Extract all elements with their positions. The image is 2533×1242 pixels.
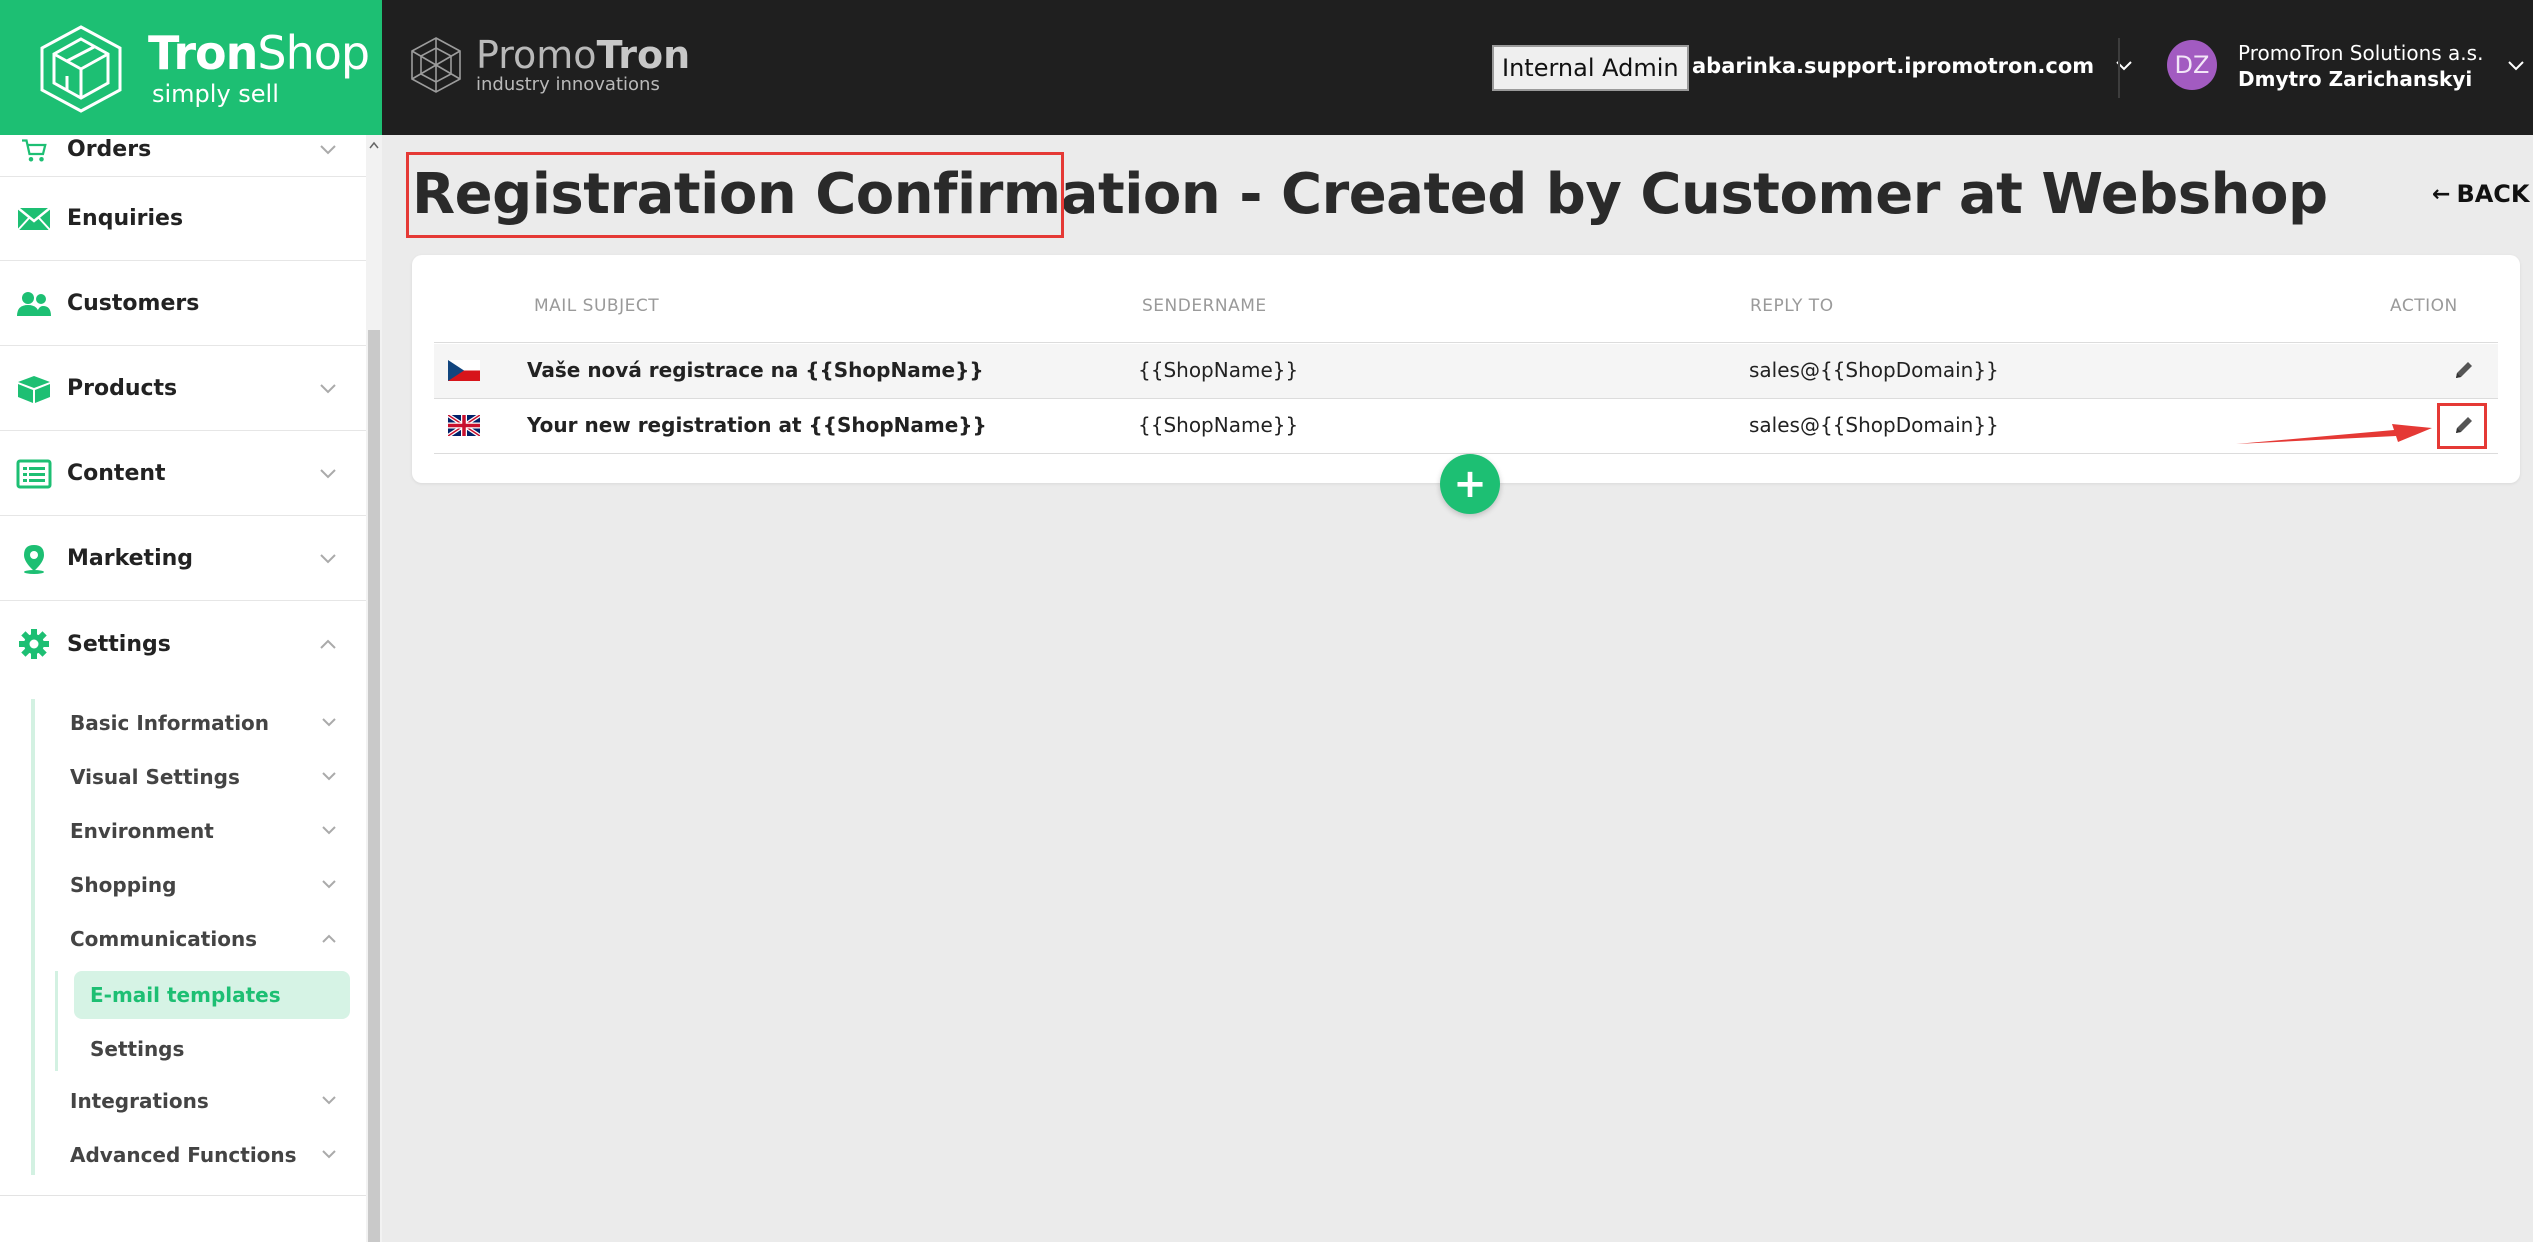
cz-flag-icon	[448, 360, 480, 381]
sender-name: {{ShopName}}	[1138, 358, 1299, 382]
sidebar-item-products[interactable]: Products	[0, 347, 366, 431]
internal-admin-button[interactable]: Internal Admin	[1492, 45, 1689, 91]
chevron-up-icon	[320, 639, 336, 649]
promotron-logo: PromoTron industry innovations	[410, 36, 690, 94]
red-arrow-annotation	[2236, 424, 2432, 444]
mail-subject: Your new registration at {{ShopName}}	[527, 413, 987, 437]
promo-name-light: Promo	[476, 33, 597, 77]
chevron-down-icon[interactable]	[322, 1096, 336, 1105]
sidebar-subitem-basic-information[interactable]: Basic Information	[70, 711, 269, 735]
submenu-line	[55, 971, 58, 1071]
sidebar-item-label: Enquiries	[67, 206, 184, 231]
sidebar-item-label: Settings	[67, 631, 171, 657]
chevron-down-icon	[320, 553, 336, 563]
arrow-left-icon: ←	[2432, 181, 2451, 207]
envelope-icon	[17, 206, 51, 231]
sidebar-item-label: Products	[67, 376, 178, 401]
pencil-icon[interactable]	[2452, 358, 2476, 382]
sidebar-subitem-email-templates[interactable]: E-mail templates	[74, 971, 350, 1019]
users-icon	[17, 291, 51, 316]
chevron-down-icon	[320, 145, 336, 155]
sidebar-item-content[interactable]: Content	[0, 432, 366, 516]
sidebar-subitem-integrations[interactable]: Integrations	[70, 1089, 209, 1113]
sidebar-item-settings[interactable]: Settings	[0, 602, 366, 686]
column-header-sendername: SENDERNAME	[1142, 296, 1267, 316]
scrollbar-thumb[interactable]	[368, 330, 380, 1242]
chevron-down-icon	[320, 383, 336, 393]
sidebar-subitem-communications-settings[interactable]: Settings	[74, 1025, 350, 1073]
chevron-up-icon[interactable]	[322, 934, 336, 943]
chevron-down-icon[interactable]	[322, 880, 336, 889]
mail-subject: Vaše nová registrace na {{ShopName}}	[527, 358, 984, 382]
promo-name-bold: Tron	[596, 33, 691, 77]
sidebar-item-enquiries[interactable]: Enquiries	[0, 177, 366, 261]
header-divider	[2118, 38, 2120, 98]
domain-label: abarinka.support.ipromotron.com	[1692, 54, 2095, 78]
chevron-down-icon[interactable]	[322, 1150, 336, 1159]
scroll-up-icon[interactable]	[369, 141, 379, 149]
sidebar-subitem-advanced-functions[interactable]: Advanced Functions	[70, 1143, 297, 1167]
sidebar-item-label: Marketing	[67, 546, 194, 571]
sidebar-item-marketing[interactable]: Marketing	[0, 517, 366, 601]
sender-name: {{ShopName}}	[1138, 413, 1299, 437]
chevron-down-icon[interactable]	[322, 826, 336, 835]
edit-highlight-box	[2437, 403, 2487, 449]
column-header-action: ACTION	[2390, 296, 2458, 316]
back-label: BACK	[2456, 180, 2530, 208]
sidebar-item-customers[interactable]: Customers	[0, 262, 366, 346]
reply-to: sales@{{ShopDomain}}	[1749, 358, 1999, 382]
chevron-down-icon[interactable]	[322, 718, 336, 727]
brand-name-bold: Tron	[148, 25, 258, 80]
back-button[interactable]: ← BACK	[2432, 180, 2530, 208]
promo-tagline: industry innovations	[476, 74, 660, 95]
sidebar-subitem-shopping[interactable]: Shopping	[70, 873, 176, 897]
map-pin-icon	[24, 544, 44, 574]
add-template-button[interactable]: +	[1440, 454, 1500, 514]
sidebar-item-label: Customers	[67, 291, 200, 316]
table-divider	[434, 342, 2498, 343]
sidebar-item-label: Content	[67, 461, 166, 486]
chevron-down-icon[interactable]	[2508, 61, 2524, 71]
title-highlight-box	[406, 152, 1064, 238]
user-name: Dmytro Zarichanskyi	[2238, 67, 2473, 91]
sidebar-subitem-environment[interactable]: Environment	[70, 819, 214, 843]
sidebar-item-label: Orders	[67, 137, 152, 162]
sidebar-divider	[0, 1195, 366, 1196]
domain-selector[interactable]: abarinka.support.ipromotron.com	[1692, 54, 2132, 78]
box-icon	[18, 375, 50, 403]
submenu-line	[31, 699, 35, 1175]
sidebar-subitem-visual-settings[interactable]: Visual Settings	[70, 765, 240, 789]
page-title-rest: - Created by Customer at Webshop	[1220, 162, 2328, 227]
user-menu[interactable]: PromoTron Solutions a.s. Dmytro Zarichan…	[2238, 40, 2483, 92]
sidebar-item-orders[interactable]: Orders	[0, 93, 366, 177]
column-header-mail-subject: MAIL SUBJECT	[534, 296, 660, 316]
sidebar: Orders Enquiries Customers Products Cont…	[0, 135, 366, 1242]
chevron-down-icon[interactable]	[322, 772, 336, 781]
list-icon	[16, 459, 52, 488]
top-bar: TronShop simply sell PromoTron industry …	[0, 0, 2533, 135]
column-header-reply-to: REPLY TO	[1750, 296, 1834, 316]
brand-name-light: Shop	[257, 25, 370, 80]
reply-to: sales@{{ShopDomain}}	[1749, 413, 1999, 437]
gear-icon	[19, 629, 49, 659]
cart-icon	[22, 139, 47, 162]
sidebar-scrollbar[interactable]	[366, 135, 382, 1242]
hex-logo-icon	[411, 37, 461, 93]
uk-flag-icon	[448, 415, 480, 436]
chevron-down-icon	[320, 468, 336, 478]
company-name: PromoTron Solutions a.s.	[2238, 41, 2484, 65]
sidebar-subitem-communications[interactable]: Communications	[70, 927, 257, 951]
plus-icon: +	[1453, 461, 1487, 507]
avatar[interactable]: DZ	[2167, 40, 2217, 90]
